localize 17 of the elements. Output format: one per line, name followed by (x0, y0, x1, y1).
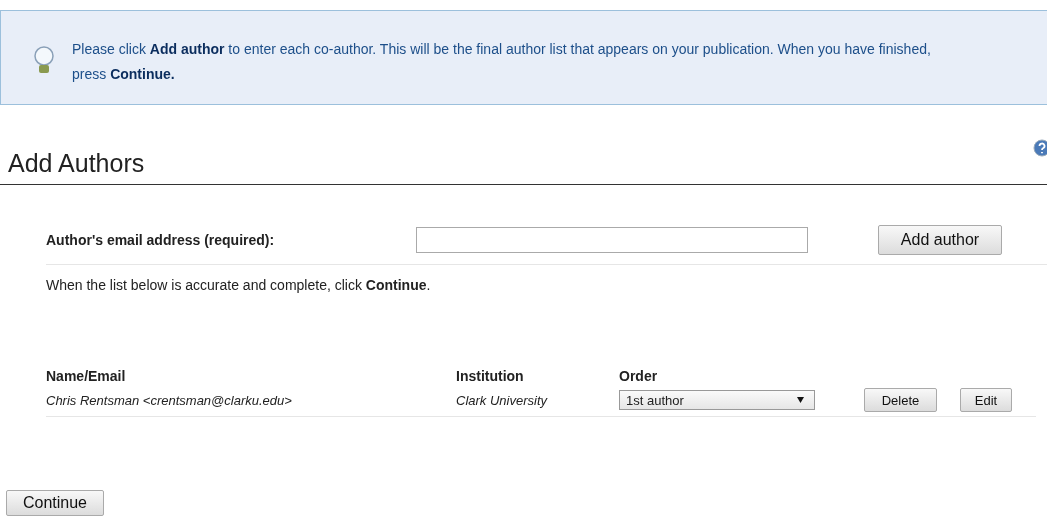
column-header: Order (619, 368, 659, 384)
column-header: Name/Email (46, 368, 127, 384)
instruction-text: When the list below is accurate and complete, click Continue. (46, 277, 432, 293)
order-dropdown[interactable]: 1st author (619, 390, 815, 410)
page-heading: Add Authors (8, 149, 145, 178)
institution-cell-text: Clark University (456, 392, 549, 408)
author-name-email: Chris Rentsman <crentsman@clarku.edu> (46, 392, 293, 408)
caret-icon (797, 397, 804, 403)
email-field[interactable] (416, 227, 808, 253)
continue-button[interactable]: Continue (6, 490, 104, 516)
column-header: Institution (456, 368, 525, 384)
row-action-button[interactable]: Delete (864, 388, 937, 412)
help-icon[interactable] (1033, 139, 1047, 157)
notice-text: Please click Add author to enter each co-author. This will be the final author list that appears on your publication. When you have finished, press Continue. (72, 40, 932, 84)
email-label: Author's email address (required): (46, 232, 276, 248)
row-action-button[interactable]: Edit (960, 388, 1012, 412)
add-author-button[interactable]: Add author (878, 225, 1002, 255)
